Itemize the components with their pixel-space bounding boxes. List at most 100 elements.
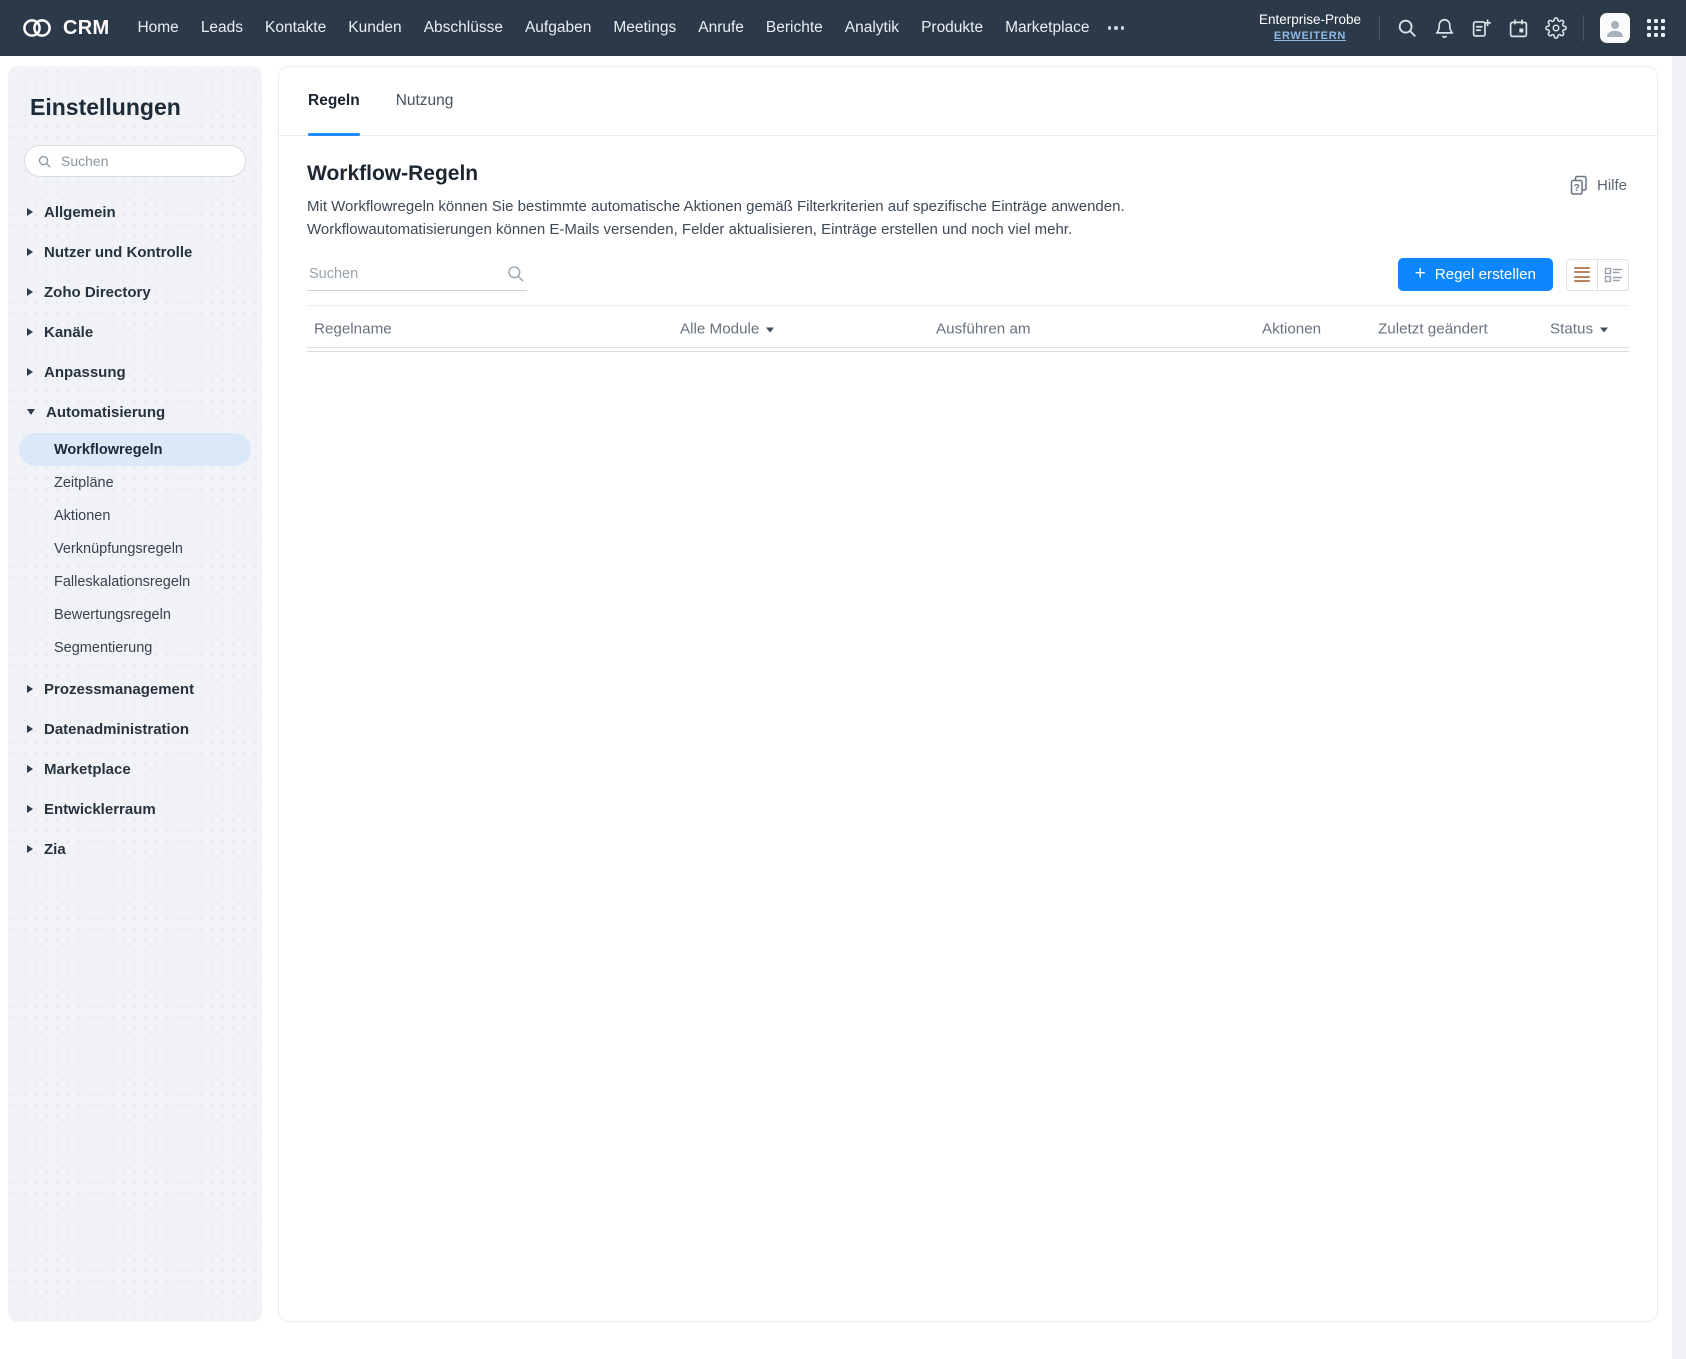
sidebar-section-datenadministration[interactable]: Datenadministration xyxy=(8,709,262,749)
settings-tree: Allgemein Nutzer und Kontrolle Zoho Dire… xyxy=(8,192,262,869)
nav-item-berichte[interactable]: Berichte xyxy=(766,19,823,37)
list-view-icon xyxy=(1574,267,1590,283)
create-rule-button[interactable]: + Regel erstellen xyxy=(1398,258,1553,291)
search-icon[interactable] xyxy=(1396,17,1418,39)
sidebar-item-zeitpl-ne[interactable]: Zeitpläne xyxy=(19,466,251,499)
sidebar-section-label: Prozessmanagement xyxy=(44,681,194,698)
caret-icon xyxy=(27,328,33,336)
rules-search-input[interactable] xyxy=(307,265,496,283)
sidebar-item-bewertungsregeln[interactable]: Bewertungsregeln xyxy=(19,598,251,631)
nav-item-leads[interactable]: Leads xyxy=(201,19,243,37)
column-header-alle-module[interactable]: Alle Module xyxy=(680,321,774,338)
compact-view-icon xyxy=(1604,266,1623,284)
rules-toolbar: + Regel erstellen xyxy=(307,258,1629,291)
tab-regeln[interactable]: Regeln xyxy=(308,67,360,135)
workflow-rules-panel: Regeln Nutzung ? Hilfe Workflow-Regeln M… xyxy=(278,66,1658,1322)
calendar-icon[interactable] xyxy=(1508,18,1529,39)
list-view-button[interactable] xyxy=(1567,260,1597,290)
column-header-zuletzt-ge-ndert: Zuletzt geändert xyxy=(1378,321,1488,338)
more-modules-icon[interactable] xyxy=(1106,20,1127,36)
sidebar-section-label: Entwicklerraum xyxy=(44,801,156,818)
sidebar-item-aktionen[interactable]: Aktionen xyxy=(19,499,251,532)
sidebar-search[interactable] xyxy=(24,145,246,177)
caret-icon xyxy=(27,248,33,256)
sidebar-section-label: Allgemein xyxy=(44,204,116,221)
apps-grid-icon[interactable] xyxy=(1646,18,1666,38)
caret-icon xyxy=(27,208,33,216)
sidebar-section-label: Zia xyxy=(44,841,66,858)
quick-create-icon[interactable] xyxy=(1471,18,1492,39)
caret-icon xyxy=(27,288,33,296)
sidebar-section-zoho-directory[interactable]: Zoho Directory xyxy=(8,272,262,312)
sidebar-section-kan-le[interactable]: Kanäle xyxy=(8,312,262,352)
sidebar-section-anpassung[interactable]: Anpassung xyxy=(8,352,262,392)
nav-item-abschl-sse[interactable]: Abschlüsse xyxy=(424,19,503,37)
toolbar-right: + Regel erstellen xyxy=(1398,258,1629,291)
caret-icon xyxy=(27,409,35,415)
sidebar-section-automatisierung[interactable]: Automatisierung xyxy=(8,392,262,432)
sidebar-section-label: Kanäle xyxy=(44,324,93,341)
navbar-right-cluster: Enterprise-Probe ERWEITERN xyxy=(1259,12,1666,44)
nav-item-home[interactable]: Home xyxy=(137,19,178,37)
sidebar-section-label: Zoho Directory xyxy=(44,284,151,301)
nav-item-marketplace[interactable]: Marketplace xyxy=(1005,19,1089,37)
sort-caret-icon xyxy=(766,328,774,333)
sidebar-section-label: Anpassung xyxy=(44,364,126,381)
rules-table-body xyxy=(307,352,1629,1232)
nav-item-aufgaben[interactable]: Aufgaben xyxy=(525,19,591,37)
divider xyxy=(1583,15,1584,41)
sidebar-item-segmentierung[interactable]: Segmentierung xyxy=(19,631,251,664)
nav-item-kunden[interactable]: Kunden xyxy=(348,19,401,37)
sidebar-section-label: Nutzer und Kontrolle xyxy=(44,244,192,261)
nav-item-anrufe[interactable]: Anrufe xyxy=(698,19,744,37)
column-header-aktionen: Aktionen xyxy=(1262,321,1321,338)
compact-view-button[interactable] xyxy=(1597,260,1628,290)
crm-brand[interactable]: CRM xyxy=(20,15,109,41)
column-header-label: Aktionen xyxy=(1262,321,1321,338)
description-line: Mit Workflowregeln können Sie bestimmte … xyxy=(307,195,1629,218)
nav-item-kontakte[interactable]: Kontakte xyxy=(265,19,326,37)
column-header-label: Zuletzt geändert xyxy=(1378,321,1488,338)
create-rule-label: Regel erstellen xyxy=(1435,266,1536,283)
sidebar-section-marketplace[interactable]: Marketplace xyxy=(8,749,262,789)
sidebar-search-input[interactable] xyxy=(59,152,233,170)
caret-icon xyxy=(27,685,33,693)
primary-nav: Home Leads Kontakte Kunden Abschlüsse Aufgabe… xyxy=(137,19,1089,37)
sidebar-section-entwicklerraum[interactable]: Entwicklerraum xyxy=(8,789,262,829)
sidebar-section-label: Marketplace xyxy=(44,761,131,778)
divider xyxy=(1379,15,1380,41)
sidebar-item-falleskalationsregeln[interactable]: Falleskalationsregeln xyxy=(19,565,251,598)
notifications-bell-icon[interactable] xyxy=(1434,18,1455,39)
brand-name: CRM xyxy=(63,17,109,40)
settings-gear-icon[interactable] xyxy=(1545,17,1567,39)
search-icon xyxy=(37,154,52,169)
nav-item-meetings[interactable]: Meetings xyxy=(613,19,676,37)
sidebar-section-label: Datenadministration xyxy=(44,721,189,738)
sidebar-item-verkn-pfungsregeln[interactable]: Verknüpfungsregeln xyxy=(19,532,251,565)
nav-item-produkte[interactable]: Produkte xyxy=(921,19,983,37)
nav-item-analytik[interactable]: Analytik xyxy=(845,19,899,37)
user-avatar[interactable] xyxy=(1600,13,1630,43)
rules-search[interactable] xyxy=(307,258,527,291)
description-line: Workflowautomatisierungen können E-Mails… xyxy=(307,218,1629,241)
column-header-regelname: Regelname xyxy=(314,321,392,338)
help-doc-icon: ? xyxy=(1569,175,1589,196)
zoho-crm-logo-icon xyxy=(20,15,54,41)
tab-nutzung[interactable]: Nutzung xyxy=(396,67,454,135)
caret-icon xyxy=(27,805,33,813)
plan-name: Enterprise-Probe xyxy=(1259,12,1361,29)
sidebar-item-workflowregeln[interactable]: Workflowregeln xyxy=(19,433,251,466)
sidebar-section-zia[interactable]: Zia xyxy=(8,829,262,869)
sidebar-section-prozessmanagement[interactable]: Prozessmanagement xyxy=(8,669,262,709)
column-header-label: Status xyxy=(1550,321,1593,338)
caret-icon xyxy=(27,765,33,773)
help-link[interactable]: ? Hilfe xyxy=(1569,175,1627,196)
page-scrollbar[interactable] xyxy=(1672,56,1686,1359)
column-header-label: Ausführen am xyxy=(936,321,1031,338)
sidebar-section-allgemein[interactable]: Allgemein xyxy=(8,192,262,232)
upgrade-link[interactable]: ERWEITERN xyxy=(1259,30,1361,44)
column-header-status[interactable]: Status xyxy=(1550,321,1608,338)
sidebar-section-nutzer-und-kontrolle[interactable]: Nutzer und Kontrolle xyxy=(8,232,262,272)
sidebar-subsection: WorkflowregelnZeitpläneAktionenVerknüpfu… xyxy=(8,433,262,664)
svg-text:?: ? xyxy=(1574,183,1580,194)
